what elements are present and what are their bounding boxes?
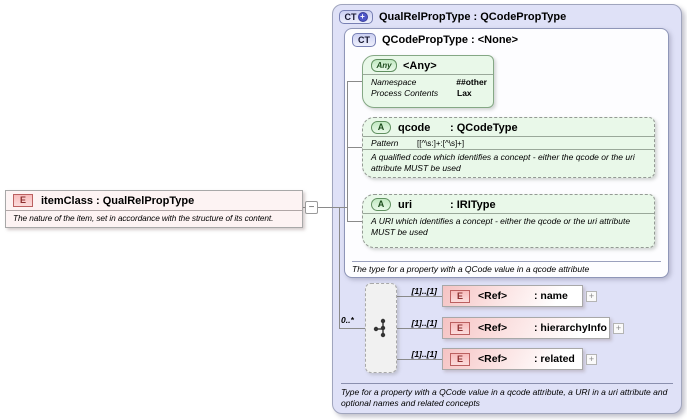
pattern-value: [[^\s:]+:[^\s]+] xyxy=(417,138,465,148)
cardinality-label-related: [1]..[1] xyxy=(411,349,438,359)
sequence-compositor-box[interactable] xyxy=(365,283,397,373)
connector-branch-any xyxy=(347,81,362,82)
ref-label: <Ref> xyxy=(478,322,508,334)
ref-related-box[interactable]: E <Ref> : related xyxy=(442,348,583,370)
connector-branch-uri xyxy=(347,221,362,222)
complextype-icon-text: CT xyxy=(344,11,357,22)
namespace-value: ##other xyxy=(456,77,487,87)
attribute-icon-text: A xyxy=(377,199,385,209)
any-icon: Any xyxy=(371,59,397,72)
uri-type: : IRIType xyxy=(450,198,496,211)
collapse-toggle[interactable]: − xyxy=(305,201,318,214)
attribute-icon-text: A xyxy=(377,122,385,132)
uri-name: uri xyxy=(398,198,413,211)
ref-target-name: : hierarchyInfo xyxy=(534,322,607,334)
minus-icon: − xyxy=(308,201,315,213)
element-icon-text: E xyxy=(456,290,463,301)
expand-toggle-hierarchyinfo[interactable]: + xyxy=(613,323,624,334)
itemclass-element-box[interactable]: E itemClass : QualRelPropType The nature… xyxy=(5,190,303,228)
ref-target-name: : related xyxy=(534,353,575,365)
pattern-label: Pattern xyxy=(371,138,399,148)
namespace-label: Namespace xyxy=(371,77,417,87)
derived-plus-icon: + xyxy=(357,12,368,22)
connector-to-related xyxy=(397,359,442,360)
process-contents-label: Process Contents xyxy=(371,88,439,99)
complextype-icon: CT xyxy=(352,33,376,47)
any-icon-text: Any xyxy=(376,60,392,70)
uri-attribute-box[interactable]: A uri : IRIType A URI which identifies a… xyxy=(362,194,655,248)
ref-label: <Ref> xyxy=(478,353,508,365)
qualrelproptype-annotation: Type for a property with a QCode value i… xyxy=(341,382,673,409)
qcodeproptype-title: QCodePropType : <None> xyxy=(382,34,519,46)
connector-to-name xyxy=(397,296,442,297)
connector-to-hierarchyinfo xyxy=(397,328,442,329)
itemclass-annotation: The nature of the item, set in accordanc… xyxy=(6,210,302,223)
element-icon-text: E xyxy=(456,353,463,364)
any-wildcard-box[interactable]: Any <Any> Namespace ##other Process Cont… xyxy=(362,55,494,108)
complextype-derived-icon: CT + xyxy=(339,10,373,24)
uri-title-row: A uri : IRIType xyxy=(363,195,654,213)
any-processcontents-row: Process Contents Lax xyxy=(363,88,493,99)
plus-icon: + xyxy=(588,291,595,301)
group-cardinality-label: 0..* xyxy=(341,315,354,325)
any-namespace-row: Namespace ##other xyxy=(363,77,493,88)
qcode-attribute-box[interactable]: A qcode : QCodeType Pattern [[^\s:]+:[^\… xyxy=(362,117,655,178)
qcode-annotation: A qualified code which identifies a conc… xyxy=(371,152,635,173)
itemclass-title: itemClass : QualRelPropType xyxy=(41,194,195,207)
plus-icon: + xyxy=(588,354,595,364)
connector-to-compositor xyxy=(339,328,365,329)
qcode-name: qcode xyxy=(398,121,431,134)
process-contents-value: Lax xyxy=(457,88,472,99)
qcode-title-row: A qcode : QCodeType xyxy=(363,118,654,136)
element-icon-text: E xyxy=(19,195,26,205)
connector-group-trunk xyxy=(339,207,340,328)
qcode-pattern-row: Pattern [[^\s:]+:[^\s]+] xyxy=(363,137,654,149)
ref-label: <Ref> xyxy=(478,290,508,302)
itemclass-title-row: E itemClass : QualRelPropType xyxy=(6,191,302,209)
connector-branch-qcode xyxy=(347,147,362,148)
expand-toggle-related[interactable]: + xyxy=(586,354,597,365)
element-icon: E xyxy=(450,321,470,335)
schema-diagram: CT + QualRelPropType : QCodePropType Typ… xyxy=(0,0,687,420)
ref-hierarchyinfo-box[interactable]: E <Ref> : hierarchyInfo xyxy=(442,317,610,339)
element-icon: E xyxy=(13,194,33,207)
element-icon: E xyxy=(450,289,470,303)
cardinality-label-name: [1]..[1] xyxy=(411,286,438,296)
qcodeproptype-annotation: The type for a property with a QCode val… xyxy=(352,261,661,274)
expand-toggle-name[interactable]: + xyxy=(586,291,597,302)
plus-icon: + xyxy=(615,323,622,333)
any-title-row: Any <Any> xyxy=(363,56,493,74)
cardinality-label-hierarchyinfo: [1]..[1] xyxy=(411,318,438,328)
connector-attribute-trunk xyxy=(347,81,348,221)
ref-name-box[interactable]: E <Ref> : name xyxy=(442,285,583,307)
ref-target-name: : name xyxy=(534,290,568,302)
element-icon-text: E xyxy=(456,322,463,333)
uri-annotation: A URI which identifies a concept - eithe… xyxy=(371,216,631,237)
any-properties: Namespace ##other Process Contents Lax xyxy=(363,75,493,99)
qcode-type: : QCodeType xyxy=(450,121,518,134)
attribute-icon: A xyxy=(371,198,391,211)
qualrelproptype-title: QualRelPropType : QCodePropType xyxy=(379,11,567,23)
element-icon: E xyxy=(450,352,470,366)
qualrelproptype-header: CT + QualRelPropType : QCodePropType xyxy=(333,5,681,24)
qcodeproptype-header: CT QCodePropType : <None> xyxy=(345,29,668,47)
any-title: <Any> xyxy=(403,59,437,72)
attribute-icon: A xyxy=(371,121,391,134)
sequence-compositor-icon xyxy=(373,318,386,338)
complextype-icon-text: CT xyxy=(358,34,370,45)
